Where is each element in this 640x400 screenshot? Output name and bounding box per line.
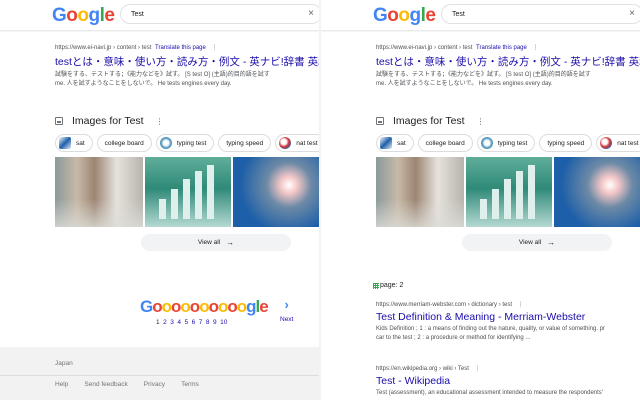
footer-link-feedback[interactable]: Send feedback xyxy=(84,381,127,388)
image-result-thumbnail[interactable] xyxy=(466,157,552,227)
more-options-icon[interactable]: ⋮ xyxy=(477,117,485,126)
result-snippet: 試験をする、テストする；《能力などを》試す。 [S test O] (主語)的目… xyxy=(55,72,270,87)
page-number-link[interactable]: 7 xyxy=(199,319,203,326)
image-result-thumbnail[interactable] xyxy=(145,157,231,227)
footer-link-terms[interactable]: Terms xyxy=(181,381,199,388)
result-snippet: Kids Definition ; 1 : a means of finding… xyxy=(376,326,606,341)
result-einavi: https://www.ei-navi.jp › content › test … xyxy=(376,44,640,89)
chip-thumbnail xyxy=(59,137,71,149)
chip-typing-test[interactable]: typing test xyxy=(476,134,536,152)
image-strip xyxy=(376,157,640,227)
page-number-link[interactable]: 3 xyxy=(170,319,174,326)
result-snippet: 試験をする、テストする；《能力などを》試す。 [S test O] (主語)的目… xyxy=(376,72,591,87)
footer-location: Japan xyxy=(55,360,73,367)
top-bar: Google × xyxy=(0,0,319,30)
result-cite: https://www.merriam-webster.com › dictio… xyxy=(376,302,524,308)
left-pane: .. ........ ... .... ...... .. Google × … xyxy=(0,0,319,400)
chip-typing-test[interactable]: typing test xyxy=(155,134,215,152)
footer-links: Help Send feedback Privacy Terms xyxy=(55,381,215,388)
next-page-button[interactable]: › Next xyxy=(280,297,293,323)
chip-thumbnail xyxy=(380,137,392,149)
result-snippet: Test (assessment), an educational assess… xyxy=(376,390,603,396)
result-title-link[interactable]: testとは・意味・使い方・読み方・例文 - 英ナビ!辞書 英和辞 xyxy=(376,54,640,69)
image-icon xyxy=(376,117,384,125)
more-options-icon[interactable]: ⋮ xyxy=(533,45,539,51)
google-logo[interactable]: Google xyxy=(52,5,115,27)
search-box[interactable]: × xyxy=(441,4,640,24)
images-title: Images for Test xyxy=(72,115,144,127)
footer-link-help[interactable]: Help xyxy=(55,381,68,388)
page-number-current: 1 xyxy=(156,319,160,326)
page-number-link[interactable]: 9 xyxy=(213,319,217,326)
chip-thumbnail xyxy=(480,137,493,149)
images-title: Images for Test xyxy=(393,115,465,127)
page-number-link[interactable]: 6 xyxy=(192,319,196,326)
pagination-logo: Goooooooooogle xyxy=(140,297,269,316)
result-wikipedia: https://en.wikipedia.org › wiki › Test ⋮… xyxy=(376,365,640,398)
translate-link[interactable]: Translate this page xyxy=(155,45,206,51)
image-strip xyxy=(55,157,319,227)
pagination: Goooooooooogle 1 2 3 4 5 6 7 8 9 10 › Next xyxy=(140,297,293,326)
chip-nat-test[interactable]: nat test xyxy=(275,134,319,152)
page-marker: page: 2 xyxy=(373,282,403,289)
result-cite: https://www.ei-navi.jp › content › test … xyxy=(55,45,218,51)
chip-typing-speed[interactable]: typing speed xyxy=(218,134,272,152)
page-number-link[interactable]: 10 xyxy=(220,319,227,326)
image-chips: sat college board typing test typing spe… xyxy=(55,134,319,152)
result-title-link[interactable]: testとは・意味・使い方・読み方・例文 - 英ナビ!辞書 英和辞 xyxy=(55,54,319,69)
view-all-button[interactable]: View all → xyxy=(141,234,291,251)
view-all-button[interactable]: View all → xyxy=(462,234,612,251)
image-chips: sat college board typing test typing spe… xyxy=(376,134,640,152)
chip-thumbnail xyxy=(159,137,172,149)
translate-link[interactable]: Translate this page xyxy=(476,45,527,51)
chip-sat[interactable]: sat xyxy=(55,134,93,152)
image-icon xyxy=(55,117,63,125)
result-merriam-webster: https://www.merriam-webster.com › dictio… xyxy=(376,301,640,343)
close-icon[interactable]: × xyxy=(308,8,314,20)
result-einavi: https://www.ei-navi.jp › content › test … xyxy=(55,44,319,89)
more-options-icon[interactable]: ⋮ xyxy=(518,302,524,308)
result-cite: https://www.ei-navi.jp › content › test … xyxy=(376,45,539,51)
footer-link-privacy[interactable]: Privacy xyxy=(144,381,165,388)
chip-typing-speed[interactable]: typing speed xyxy=(539,134,593,152)
grid-icon xyxy=(373,282,379,289)
image-result-thumbnail[interactable] xyxy=(376,157,464,227)
more-options-icon[interactable]: ⋮ xyxy=(212,45,218,51)
chip-college-board[interactable]: college board xyxy=(96,134,152,152)
page-number-link[interactable]: 5 xyxy=(185,319,189,326)
search-input[interactable] xyxy=(452,7,622,21)
footer: Japan Help Send feedback Privacy Terms xyxy=(0,347,319,400)
page-number-link[interactable]: 2 xyxy=(163,319,167,326)
arrow-right-icon: → xyxy=(547,238,556,247)
search-input[interactable] xyxy=(131,7,301,21)
arrow-right-icon: → xyxy=(226,238,235,247)
image-result-thumbnail[interactable] xyxy=(55,157,143,227)
chip-thumbnail xyxy=(279,137,292,149)
search-box[interactable]: × xyxy=(120,4,319,24)
top-bar: Google × xyxy=(321,0,640,30)
chip-college-board[interactable]: college board xyxy=(417,134,473,152)
chevron-right-icon: › xyxy=(284,297,289,312)
chip-nat-test[interactable]: nat test xyxy=(596,134,640,152)
page-number-link[interactable]: 8 xyxy=(206,319,210,326)
google-logo[interactable]: Google xyxy=(373,5,436,27)
chip-sat[interactable]: sat xyxy=(376,134,414,152)
result-title-link[interactable]: Test - Wikipedia xyxy=(376,375,640,387)
image-result-thumbnail[interactable] xyxy=(554,157,640,227)
images-header: Images for Test ⋮ xyxy=(376,115,485,127)
image-result-thumbnail[interactable] xyxy=(233,157,319,227)
right-pane: Google × https://www.ei-navi.jp › conten… xyxy=(321,0,640,400)
result-title-link[interactable]: Test Definition & Meaning - Merriam-Webs… xyxy=(376,311,640,323)
page-number-link[interactable]: 4 xyxy=(177,319,181,326)
footer-divider xyxy=(0,375,319,376)
images-header: Images for Test ⋮ xyxy=(55,115,164,127)
more-options-icon[interactable]: ⋮ xyxy=(156,117,164,126)
chip-thumbnail xyxy=(600,137,613,149)
result-cite: https://en.wikipedia.org › wiki › Test ⋮ xyxy=(376,366,481,372)
close-icon[interactable]: × xyxy=(629,8,635,20)
more-options-icon[interactable]: ⋮ xyxy=(475,366,481,372)
page-numbers: 1 2 3 4 5 6 7 8 9 10 xyxy=(156,319,268,326)
